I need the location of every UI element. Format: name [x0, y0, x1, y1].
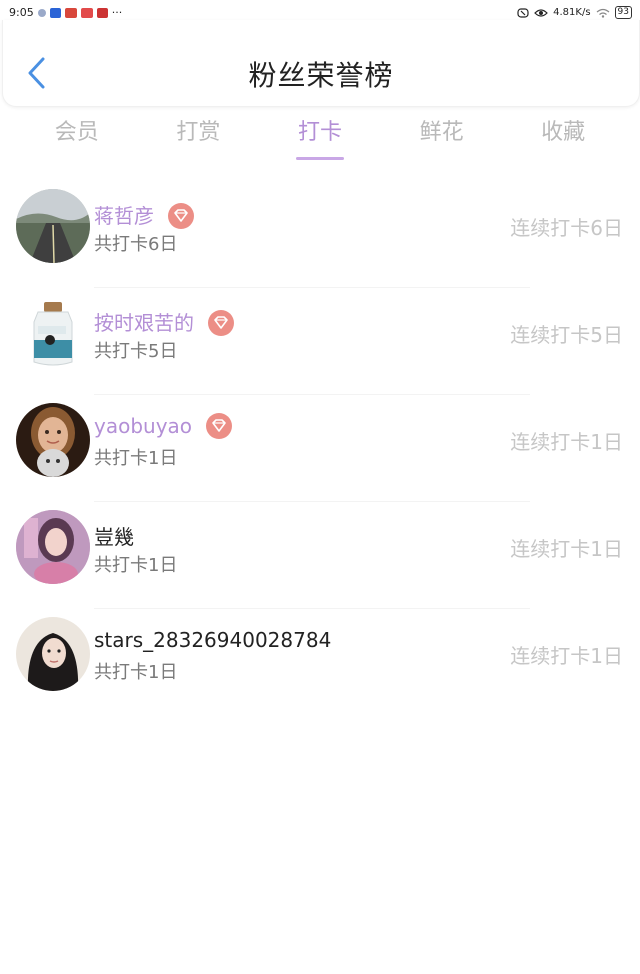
- divider: [94, 394, 530, 395]
- fan-name: 豈幾: [94, 521, 134, 550]
- fan-list: 蒋哲彦 共打卡6日 连续打卡6日 按时艰苦的 共打卡5日 连续打卡5日 yaob…: [0, 180, 640, 715]
- streak-checkins: 连续打卡1日: [510, 430, 623, 454]
- page-title: 粉丝荣誉榜: [248, 59, 394, 92]
- tab-label: 会员: [54, 120, 99, 145]
- fan-name: yaobuyao: [94, 412, 233, 441]
- fan-name-text: stars_28326940028784: [94, 628, 332, 652]
- list-item[interactable]: yaobuyao 共打卡1日 连续打卡1日: [0, 394, 640, 501]
- diamond-icon: [206, 412, 233, 439]
- fan-name-text: 蒋哲彦: [94, 204, 154, 228]
- app-notification-icon: [96, 7, 108, 18]
- fan-name: stars_28326940028784: [94, 628, 331, 652]
- tab-label: 收藏: [541, 120, 586, 145]
- avatar[interactable]: [16, 296, 90, 370]
- total-checkins: 共打卡5日: [94, 341, 178, 362]
- avatar[interactable]: [16, 189, 90, 263]
- status-left: 9:05 ···: [9, 6, 122, 19]
- net-speed: 4.81K/s: [553, 7, 591, 18]
- avatar[interactable]: [16, 403, 90, 477]
- total-checkins: 共打卡6日: [94, 234, 178, 255]
- tab-label: 鲜花: [419, 120, 464, 145]
- divider: [94, 501, 530, 502]
- total-checkins: 共打卡1日: [94, 555, 178, 576]
- tab-label: 打卡: [297, 120, 342, 145]
- fan-name: 蒋哲彦: [94, 200, 195, 231]
- tab-flowers[interactable]: 鲜花: [381, 114, 503, 164]
- battery-indicator: 93: [614, 6, 632, 19]
- diamond-icon: [208, 309, 235, 336]
- tab-checkin[interactable]: 打卡: [259, 114, 381, 164]
- status-right: 4.81K/s 93: [517, 6, 632, 19]
- tab-label: 打赏: [176, 120, 221, 145]
- status-time: 9:05: [9, 6, 34, 19]
- list-item[interactable]: 蒋哲彦 共打卡6日 连续打卡6日: [0, 180, 640, 287]
- streak-checkins: 连续打卡1日: [510, 644, 623, 668]
- divider: [94, 608, 530, 609]
- fan-name: 按时艰苦的: [94, 307, 235, 338]
- total-checkins: 共打卡1日: [94, 662, 178, 683]
- header: 粉丝荣誉榜: [2, 20, 640, 107]
- tab-tipping[interactable]: 打赏: [138, 114, 260, 164]
- eye-icon: [534, 8, 548, 17]
- notification-icon: [37, 8, 46, 17]
- tab-membership[interactable]: 会员: [16, 114, 138, 164]
- tab-bar: 会员 打赏 打卡 鲜花 收藏: [16, 114, 624, 164]
- total-checkins: 共打卡1日: [94, 448, 178, 469]
- streak-checkins: 连续打卡5日: [510, 323, 623, 347]
- fan-name-text: 豈幾: [94, 525, 134, 549]
- app-notification-icon: [64, 7, 77, 18]
- tab-favorites[interactable]: 收藏: [502, 114, 624, 164]
- app-notification-icon: [49, 7, 61, 18]
- fan-name-text: 按时艰苦的: [94, 311, 194, 335]
- more-notifications-icon: ···: [111, 6, 123, 19]
- wifi-icon: [596, 8, 609, 18]
- divider: [94, 287, 530, 288]
- streak-checkins: 连续打卡6日: [510, 216, 623, 240]
- list-item[interactable]: 按时艰苦的 共打卡5日 连续打卡5日: [0, 287, 640, 394]
- avatar[interactable]: [16, 510, 90, 584]
- nfc-icon: [517, 7, 529, 18]
- avatar[interactable]: [16, 617, 90, 691]
- diamond-icon: [168, 202, 195, 229]
- list-item[interactable]: stars_28326940028784 共打卡1日 连续打卡1日: [0, 608, 640, 715]
- streak-checkins: 连续打卡1日: [510, 537, 623, 561]
- fan-name-text: yaobuyao: [94, 414, 193, 438]
- active-tab-indicator: [295, 157, 344, 160]
- app-notification-icon: [80, 7, 93, 18]
- list-item[interactable]: 豈幾 共打卡1日 连续打卡1日: [0, 501, 640, 608]
